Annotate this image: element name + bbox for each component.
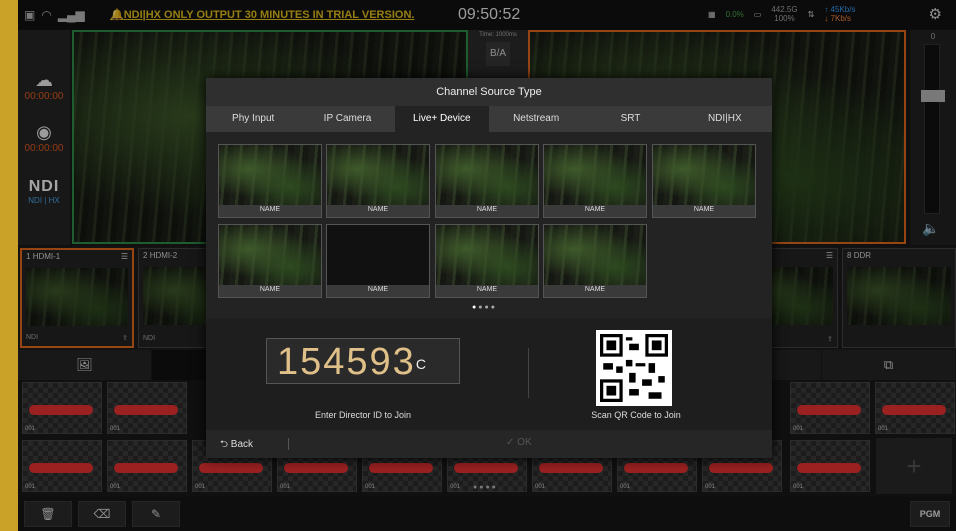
tab-phy-input[interactable]: Phy Input	[206, 106, 300, 132]
divider	[528, 348, 529, 398]
device-tile[interactable]: NAME	[218, 144, 322, 218]
tab-live-device[interactable]: Live+ Device	[394, 106, 489, 132]
device-tile[interactable]: NAME	[326, 224, 430, 298]
join-zone: 154593C Enter Director ID to Join Scan Q…	[206, 318, 772, 430]
device-tile[interactable]: NAME	[543, 224, 647, 298]
tab-netstream[interactable]: Netstream	[489, 106, 583, 132]
device-tile[interactable]: NAME	[652, 144, 756, 218]
ok-button[interactable]: ✓ OK	[506, 437, 532, 448]
source-tabs: Phy Input IP Camera Live+ Device Netstre…	[206, 106, 772, 132]
device-pager[interactable]: ●●●●	[472, 304, 497, 311]
footer-divider	[288, 438, 289, 450]
device-tile[interactable]: NAME	[435, 224, 539, 298]
dialog-title: Channel Source Type	[206, 78, 772, 106]
director-id-display: 154593C	[266, 338, 460, 384]
back-button[interactable]: ⮌ Back	[220, 437, 253, 454]
device-tile[interactable]: NAME	[543, 144, 647, 218]
dialog-footer: ⮌ Back ✓ OK	[206, 430, 772, 458]
qr-label: Scan QR Code to Join	[591, 410, 681, 420]
device-tile[interactable]: NAME	[326, 144, 430, 218]
back-arrow-icon: ⮌	[220, 439, 229, 450]
tab-ip-camera[interactable]: IP Camera	[300, 106, 394, 132]
check-icon: ✓	[506, 437, 515, 448]
director-id-label: Enter Director ID to Join	[314, 410, 412, 420]
device-grid: NAME NAME NAME NAME NAME NAME NAME NAME …	[218, 144, 760, 300]
device-tile[interactable]: NAME	[435, 144, 539, 218]
tab-srt[interactable]: SRT	[583, 106, 677, 132]
device-tile[interactable]: NAME	[218, 224, 322, 298]
channel-source-dialog: Channel Source Type Phy Input IP Camera …	[206, 78, 772, 458]
qr-code	[596, 330, 672, 406]
tab-ndi-hx[interactable]: NDI|HX	[678, 106, 772, 132]
qr-icon	[600, 334, 668, 402]
app-root: ▣ ◠ ▂▄▆ 🔔NDI|HX ONLY OUTPUT 30 MINUTES I…	[18, 0, 956, 531]
refresh-code-button[interactable]: C	[416, 356, 428, 372]
